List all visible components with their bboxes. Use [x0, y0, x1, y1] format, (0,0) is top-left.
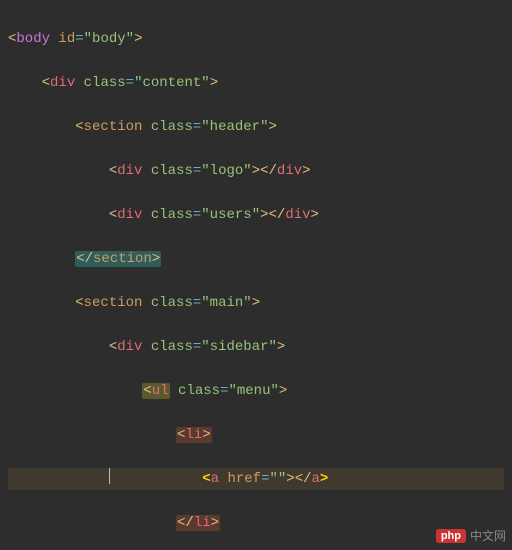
text-cursor — [109, 468, 110, 484]
code-line: <section class="header"> — [8, 116, 504, 138]
code-line: <div class="logo"></div> — [8, 160, 504, 182]
code-line: <div class="users"></div> — [8, 204, 504, 226]
code-line: <div class="content"> — [8, 72, 504, 94]
code-line-current: <a href=""></a> — [8, 468, 504, 490]
watermark-badge: php — [436, 529, 466, 543]
code-line: </section> — [8, 248, 504, 270]
code-line: <section class="main"> — [8, 292, 504, 314]
code-line: <li> — [8, 424, 504, 446]
code-line: <div class="sidebar"> — [8, 336, 504, 358]
code-editor[interactable]: <body id="body"> <div class="content"> <… — [0, 0, 512, 550]
code-line: </li> — [8, 512, 504, 534]
code-line: <ul class="menu"> — [8, 380, 504, 402]
code-line: <body id="body"> — [8, 28, 504, 50]
watermark-text: 中文网 — [470, 527, 506, 544]
watermark: php 中文网 — [436, 527, 506, 544]
